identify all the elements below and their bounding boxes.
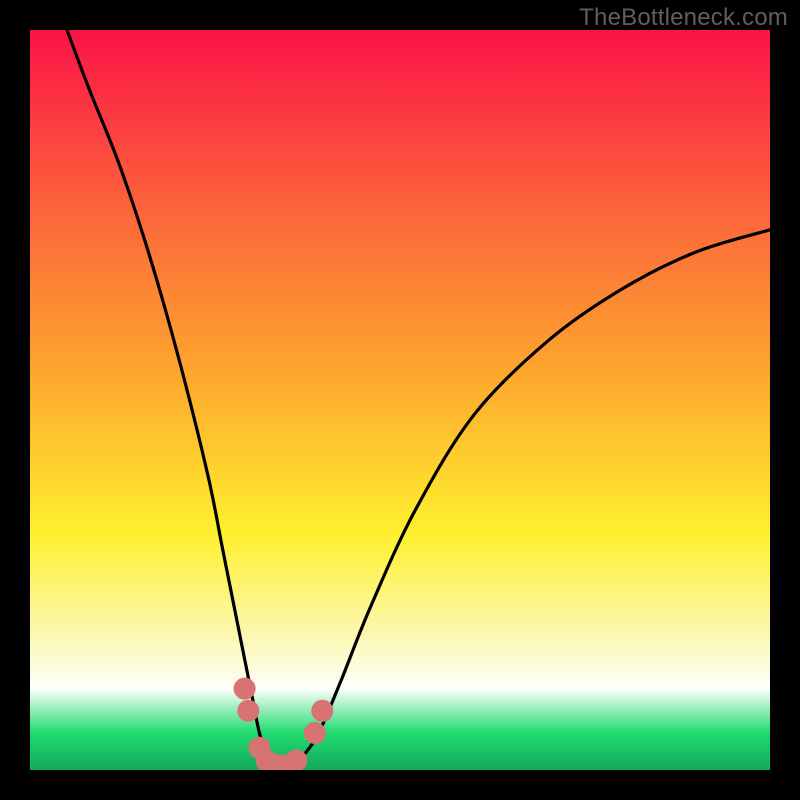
- curve-marker: [312, 700, 333, 721]
- plot-area: [30, 30, 770, 770]
- curve-marker: [304, 723, 325, 744]
- curve-marker: [238, 700, 259, 721]
- curve-marker: [286, 750, 307, 770]
- curve-marker: [234, 678, 255, 699]
- bottleneck-chart: [30, 30, 770, 770]
- chart-frame: TheBottleneck.com: [0, 0, 800, 800]
- watermark-text: TheBottleneck.com: [579, 4, 788, 32]
- gradient-background: [30, 30, 770, 770]
